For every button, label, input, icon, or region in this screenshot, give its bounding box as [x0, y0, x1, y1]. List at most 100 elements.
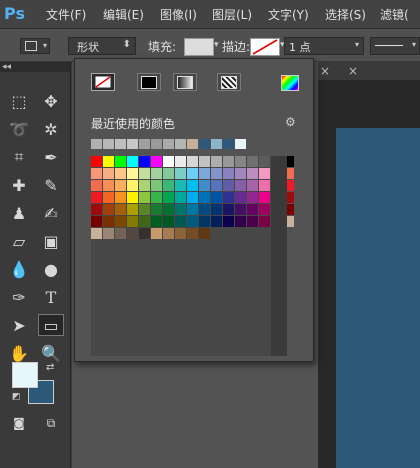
color-swatch[interactable] [163, 216, 174, 227]
color-swatch[interactable] [103, 204, 114, 215]
gradient-tool-icon[interactable]: ▣ [38, 230, 64, 252]
color-swatch[interactable] [235, 168, 246, 179]
color-swatch[interactable] [115, 180, 126, 191]
menu-filter[interactable]: 滤镜( [380, 6, 409, 23]
color-swatch[interactable] [175, 228, 186, 239]
history-brush-tool-icon[interactable]: ✍ [38, 202, 64, 224]
color-swatch[interactable] [187, 180, 198, 191]
color-picker-icon[interactable] [281, 75, 299, 91]
menu-layer[interactable]: 图层(L) [212, 6, 252, 23]
color-swatch[interactable] [163, 192, 174, 203]
magic-wand-tool-icon[interactable]: ✲ [38, 118, 64, 140]
color-swatch[interactable] [259, 180, 270, 191]
color-swatch[interactable] [199, 216, 210, 227]
color-swatch[interactable] [211, 216, 222, 227]
color-swatch[interactable] [163, 156, 174, 167]
color-swatch[interactable] [103, 192, 114, 203]
color-swatch[interactable] [115, 168, 126, 179]
color-swatch[interactable] [115, 204, 126, 215]
color-swatch[interactable] [115, 192, 126, 203]
no-color-button[interactable] [91, 73, 115, 91]
color-swatch[interactable] [187, 204, 198, 215]
color-swatch[interactable] [151, 180, 162, 191]
color-swatch[interactable] [223, 168, 234, 179]
menu-type[interactable]: 文字(Y) [268, 6, 309, 23]
menu-select[interactable]: 选择(S) [325, 6, 366, 23]
lasso-tool-icon[interactable]: ➰ [6, 118, 32, 140]
color-swatch[interactable] [163, 180, 174, 191]
swap-colors-icon[interactable]: ⇄ [46, 362, 54, 373]
color-swatch[interactable] [247, 168, 258, 179]
color-swatch[interactable] [91, 216, 102, 227]
recent-color-swatch[interactable] [175, 139, 186, 149]
color-swatch[interactable] [139, 156, 150, 167]
color-swatch[interactable] [223, 204, 234, 215]
type-tool-icon[interactable]: T [38, 286, 64, 308]
menu-image[interactable]: 图像(I) [160, 6, 197, 23]
rectangle-tool-icon[interactable]: ▭ [38, 314, 64, 336]
color-swatch[interactable] [259, 216, 270, 227]
crop-tool-icon[interactable]: ⌗ [6, 146, 32, 168]
recent-color-swatch[interactable] [127, 139, 138, 149]
color-swatch[interactable] [199, 192, 210, 203]
menu-file[interactable]: 文件(F) [46, 6, 86, 23]
color-swatch[interactable] [247, 216, 258, 227]
color-swatch[interactable] [163, 228, 174, 239]
color-swatch[interactable] [199, 204, 210, 215]
color-swatch[interactable] [103, 228, 114, 239]
color-swatch[interactable] [187, 216, 198, 227]
color-swatch[interactable] [127, 180, 138, 191]
recent-color-swatch[interactable] [163, 139, 174, 149]
solid-color-button[interactable] [137, 73, 161, 91]
color-swatch[interactable] [235, 192, 246, 203]
color-swatch[interactable] [247, 180, 258, 191]
color-swatch[interactable] [127, 216, 138, 227]
color-swatch[interactable] [187, 192, 198, 203]
color-swatch[interactable] [151, 192, 162, 203]
recent-color-swatch[interactable] [187, 139, 198, 149]
stroke-width-field[interactable]: 1 点 ▾ [284, 37, 364, 55]
color-swatch[interactable] [163, 204, 174, 215]
color-swatch[interactable] [187, 168, 198, 179]
color-swatch[interactable] [127, 192, 138, 203]
color-swatch[interactable] [175, 192, 186, 203]
color-swatch[interactable] [175, 204, 186, 215]
color-swatch[interactable] [91, 192, 102, 203]
color-swatch[interactable] [223, 216, 234, 227]
color-swatch[interactable] [103, 156, 114, 167]
color-swatch[interactable] [91, 228, 102, 239]
screen-mode-icon[interactable]: ⧉ [38, 412, 64, 434]
color-swatch[interactable] [199, 228, 210, 239]
color-swatch[interactable] [127, 168, 138, 179]
recent-color-swatch[interactable] [151, 139, 162, 149]
move-tool-icon[interactable]: ✥ [38, 90, 64, 112]
color-swatch[interactable] [247, 192, 258, 203]
color-swatch[interactable] [211, 180, 222, 191]
color-swatch[interactable] [151, 228, 162, 239]
color-swatch[interactable] [139, 204, 150, 215]
fill-swatch-button[interactable] [184, 38, 214, 56]
color-swatch[interactable] [139, 180, 150, 191]
recent-color-swatch[interactable] [199, 139, 210, 149]
brush-tool-icon[interactable]: ✎ [38, 174, 64, 196]
color-swatch[interactable] [235, 156, 246, 167]
marquee-tool-icon[interactable]: ⬚ [6, 90, 32, 112]
color-swatch[interactable] [223, 156, 234, 167]
color-swatch[interactable] [151, 156, 162, 167]
quick-mask-icon[interactable]: ◙ [6, 412, 32, 434]
color-swatch[interactable] [175, 156, 186, 167]
color-swatch[interactable] [103, 180, 114, 191]
color-swatch[interactable] [115, 156, 126, 167]
recent-color-swatch[interactable] [223, 139, 234, 149]
eraser-tool-icon[interactable]: ▱ [6, 230, 32, 252]
color-swatch[interactable] [151, 168, 162, 179]
color-swatch[interactable] [91, 168, 102, 179]
color-swatch[interactable] [115, 216, 126, 227]
recent-color-swatch[interactable] [103, 139, 114, 149]
dodge-tool-icon[interactable]: ● [38, 258, 64, 280]
color-swatch[interactable] [247, 156, 258, 167]
toolbar-collapse[interactable]: ◂◂ [0, 62, 70, 72]
color-swatch[interactable] [247, 204, 258, 215]
zoom-tool-icon[interactable]: 🔍 [38, 342, 64, 364]
color-swatch[interactable] [199, 156, 210, 167]
